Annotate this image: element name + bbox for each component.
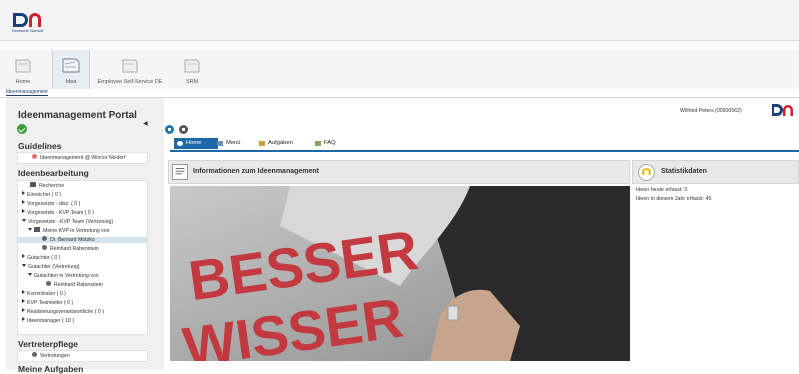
home-icon xyxy=(177,141,183,146)
info-button[interactable] xyxy=(165,125,174,134)
stats-panel-title: Statistikdaten xyxy=(661,168,707,175)
logged-in-user: Wilfried Peters (00500562) xyxy=(680,108,742,114)
tree-item-recherche[interactable]: Recherche xyxy=(30,182,64,189)
document-icon xyxy=(172,164,188,180)
expand-arrow-icon xyxy=(22,299,25,303)
top-header-bar xyxy=(0,0,799,41)
person-icon xyxy=(42,245,47,251)
tree-item-meine-kvp[interactable]: Meine KVP in Vertretung von xyxy=(28,227,110,234)
nav-item-srm[interactable]: SRM xyxy=(176,50,208,89)
tree-item-gutachten-vertretung[interactable]: Gutachten in Vertretung von xyxy=(28,273,99,279)
tab-faq[interactable]: FAQ xyxy=(312,138,348,149)
portal-navigation: Home Idea Employee Self-Service DE SRM xyxy=(0,50,799,90)
tree-item-ideenmanager[interactable]: Ideenmanager ( 10 ) xyxy=(22,317,74,324)
tree-item-kommission[interactable]: Kommission ( 0 ) xyxy=(22,290,66,297)
stat-row-today: Ideen heute erfasst: 0 xyxy=(636,187,688,193)
status-check-icon[interactable] xyxy=(17,124,27,134)
content-tabs: Home Menü Aufgaben FAQ xyxy=(170,138,799,152)
info-banner-image: BESSER WISSER xyxy=(170,186,630,361)
collapse-arrow-icon xyxy=(22,264,26,267)
tab-home[interactable]: Home xyxy=(174,138,218,149)
guidelines-heading: Guidelines xyxy=(18,141,62,151)
gauge-icon xyxy=(638,164,655,181)
nav-item-employee-self-service[interactable]: Employee Self-Service DE xyxy=(95,50,165,89)
subnav-item-ideenmanagement[interactable]: Ideenmanagement xyxy=(6,89,48,96)
expand-arrow-icon xyxy=(22,317,25,321)
header-spacer xyxy=(0,41,799,50)
company-logo-small-icon xyxy=(772,104,793,116)
stats-panel-header: Statistikdaten xyxy=(632,160,799,184)
menu-icon xyxy=(217,141,223,146)
info-panel-title: Informationen zum Ideenmanagement xyxy=(193,168,320,175)
logo-mark-icon xyxy=(13,13,41,27)
collapse-arrow-icon xyxy=(22,219,26,222)
nav-item-home[interactable]: Home xyxy=(8,50,38,89)
sub-navigation: Ideenmanagement xyxy=(0,89,799,98)
meine-aufgaben-heading: Meine Aufgaben xyxy=(18,364,84,374)
folder-icon xyxy=(15,59,31,73)
nav-item-label: Home xyxy=(15,79,31,85)
person-icon xyxy=(42,236,47,242)
tree-item-gutachter-vertretung[interactable]: Gutachter (Vertretung) xyxy=(22,264,80,270)
folder-open-icon xyxy=(62,58,80,73)
settings-button[interactable] xyxy=(179,125,188,134)
info-panel-header: Informationen zum Ideenmanagement xyxy=(168,160,630,184)
vertreterpflege-heading: Vertreterpflege xyxy=(18,339,78,349)
tree-item-realisierung[interactable]: Realisierungsverantwortliche ( 0 ) xyxy=(22,308,104,315)
expand-arrow-icon xyxy=(22,254,25,258)
tree-item-vorgesetzte-disz[interactable]: Vorgesetzte - disz. ( 0 ) xyxy=(22,200,80,207)
nav-item-label: Employee Self-Service DE xyxy=(97,79,163,85)
nav-item-label: SRM xyxy=(185,79,199,85)
expand-arrow-icon xyxy=(22,290,25,294)
tree-item-gutachter[interactable]: Gutachter ( 0 ) xyxy=(22,254,60,261)
tab-menu[interactable]: Menü xyxy=(214,138,254,149)
book-icon xyxy=(30,182,36,188)
tab-aufgaben[interactable]: Aufgaben xyxy=(256,138,306,149)
tree-item-kvp-teamleiter[interactable]: KVP Teamleiter ( 0 ) xyxy=(22,299,73,306)
ideenbearbeitung-heading: Ideenbearbeitung xyxy=(18,168,89,178)
tree-item-vertretungen[interactable]: Vertretungen xyxy=(32,352,70,359)
tree-item-rabenstein-gutachten[interactable]: Reinhard Rabenstein xyxy=(46,281,103,288)
tasks-icon xyxy=(259,141,265,146)
book-icon xyxy=(34,227,40,233)
expand-arrow-icon xyxy=(22,308,25,312)
link-icon xyxy=(32,154,37,160)
company-logo[interactable]: Deutsche Nordorf xyxy=(12,12,46,34)
ideenbearbeitung-tree: Recherche Einreicher ( 0 ) Vorgesetzte -… xyxy=(17,180,148,335)
nav-item-label: Idea xyxy=(65,79,77,85)
stat-row-year: Ideen in diesem Jahr erfasst: 45 xyxy=(636,196,712,202)
person-icon xyxy=(46,281,51,287)
collapse-pane-icon[interactable]: ◀ xyxy=(143,120,148,127)
tree-item-vorgesetzte-kvp-vertretung[interactable]: Vorgesetzte - KVP Team (Vertretung) xyxy=(22,219,113,225)
expand-arrow-icon xyxy=(22,200,25,204)
expand-arrow-icon xyxy=(22,209,25,213)
person-icon xyxy=(32,352,37,358)
tree-item-vorgesetzte-kvp[interactable]: Vorgesetzte - KVP Team ( 0 ) xyxy=(22,209,94,216)
expand-arrow-icon xyxy=(22,191,25,195)
nav-item-idea[interactable]: Idea xyxy=(52,50,90,89)
collapse-arrow-icon xyxy=(28,228,32,231)
besserwisser-photo: BESSER WISSER xyxy=(170,186,630,361)
tree-item-rabenstein[interactable]: Reinhard Rabenstein xyxy=(42,245,99,252)
vertreterpflege-box: Vertretungen xyxy=(17,350,148,362)
tree-item-einreicher[interactable]: Einreicher ( 0 ) xyxy=(22,191,61,198)
tree-item-motzko[interactable]: Dr. Bernard Motzko xyxy=(18,236,147,243)
guideline-link[interactable]: Ideenmanagement @ Wincor Nixdorf xyxy=(32,154,125,161)
portal-title: Ideenmanagement Portal xyxy=(18,110,137,121)
folder-icon xyxy=(184,59,200,73)
logo-caption: Deutsche Nordorf xyxy=(12,28,44,33)
folder-icon xyxy=(122,59,138,73)
faq-icon xyxy=(315,141,321,146)
guidelines-box: Ideenmanagement @ Wincor Nixdorf xyxy=(17,152,148,164)
collapse-arrow-icon xyxy=(28,273,32,276)
